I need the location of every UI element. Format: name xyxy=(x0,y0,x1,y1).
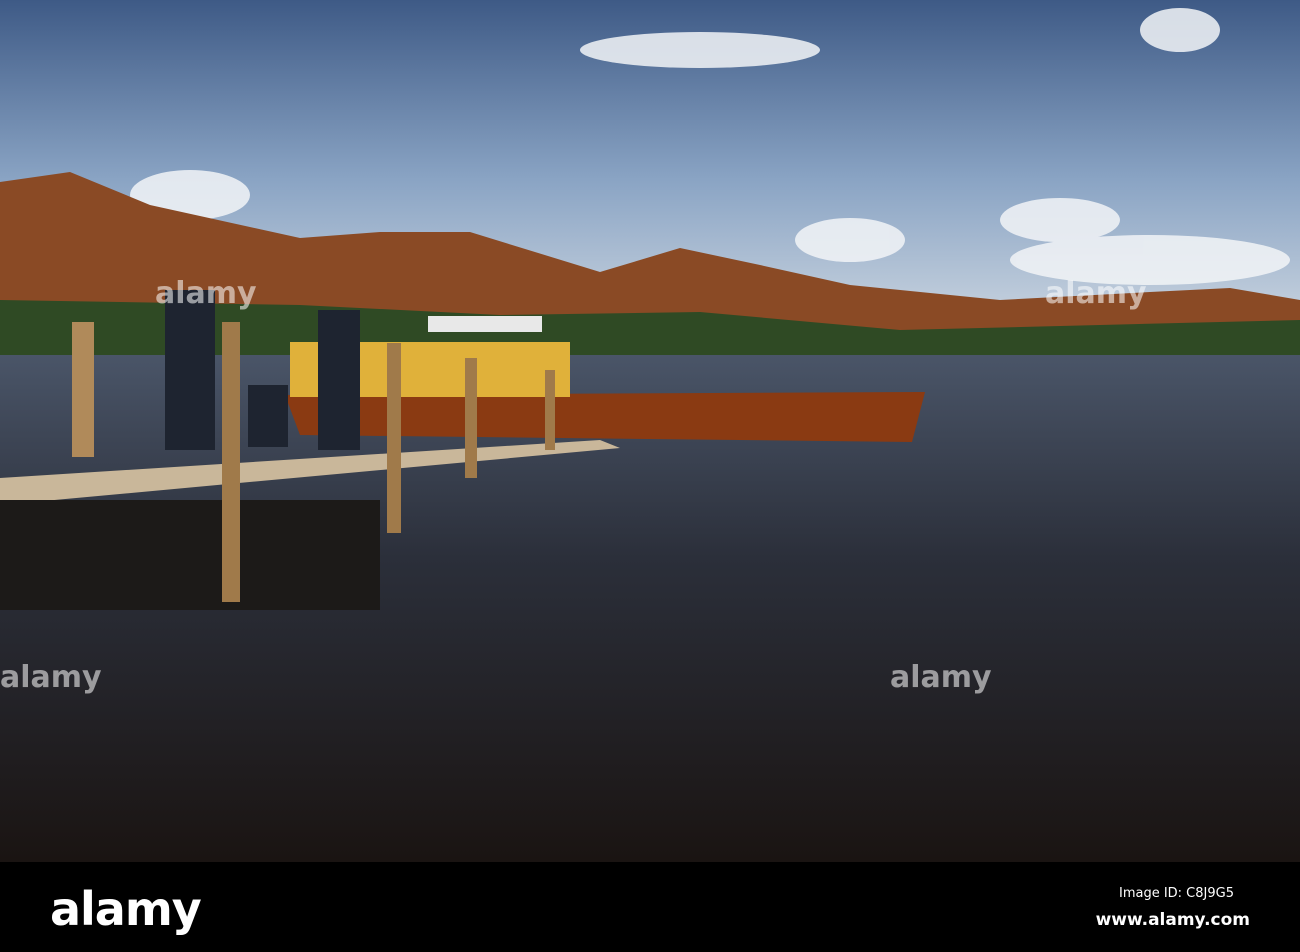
watermark: alamy xyxy=(1045,276,1147,311)
lake-pier-photo xyxy=(0,0,1300,862)
footer-bar: alamy xyxy=(0,862,1300,952)
website-link[interactable]: www.alamy.com xyxy=(1096,910,1250,930)
watermark: alamy xyxy=(890,660,992,695)
image-id: Image ID: C8J9G5 xyxy=(1118,886,1234,901)
watermark: alamy xyxy=(155,276,257,311)
alamy-logo[interactable]: alamy xyxy=(50,882,202,936)
watermark: alamy xyxy=(0,660,102,695)
